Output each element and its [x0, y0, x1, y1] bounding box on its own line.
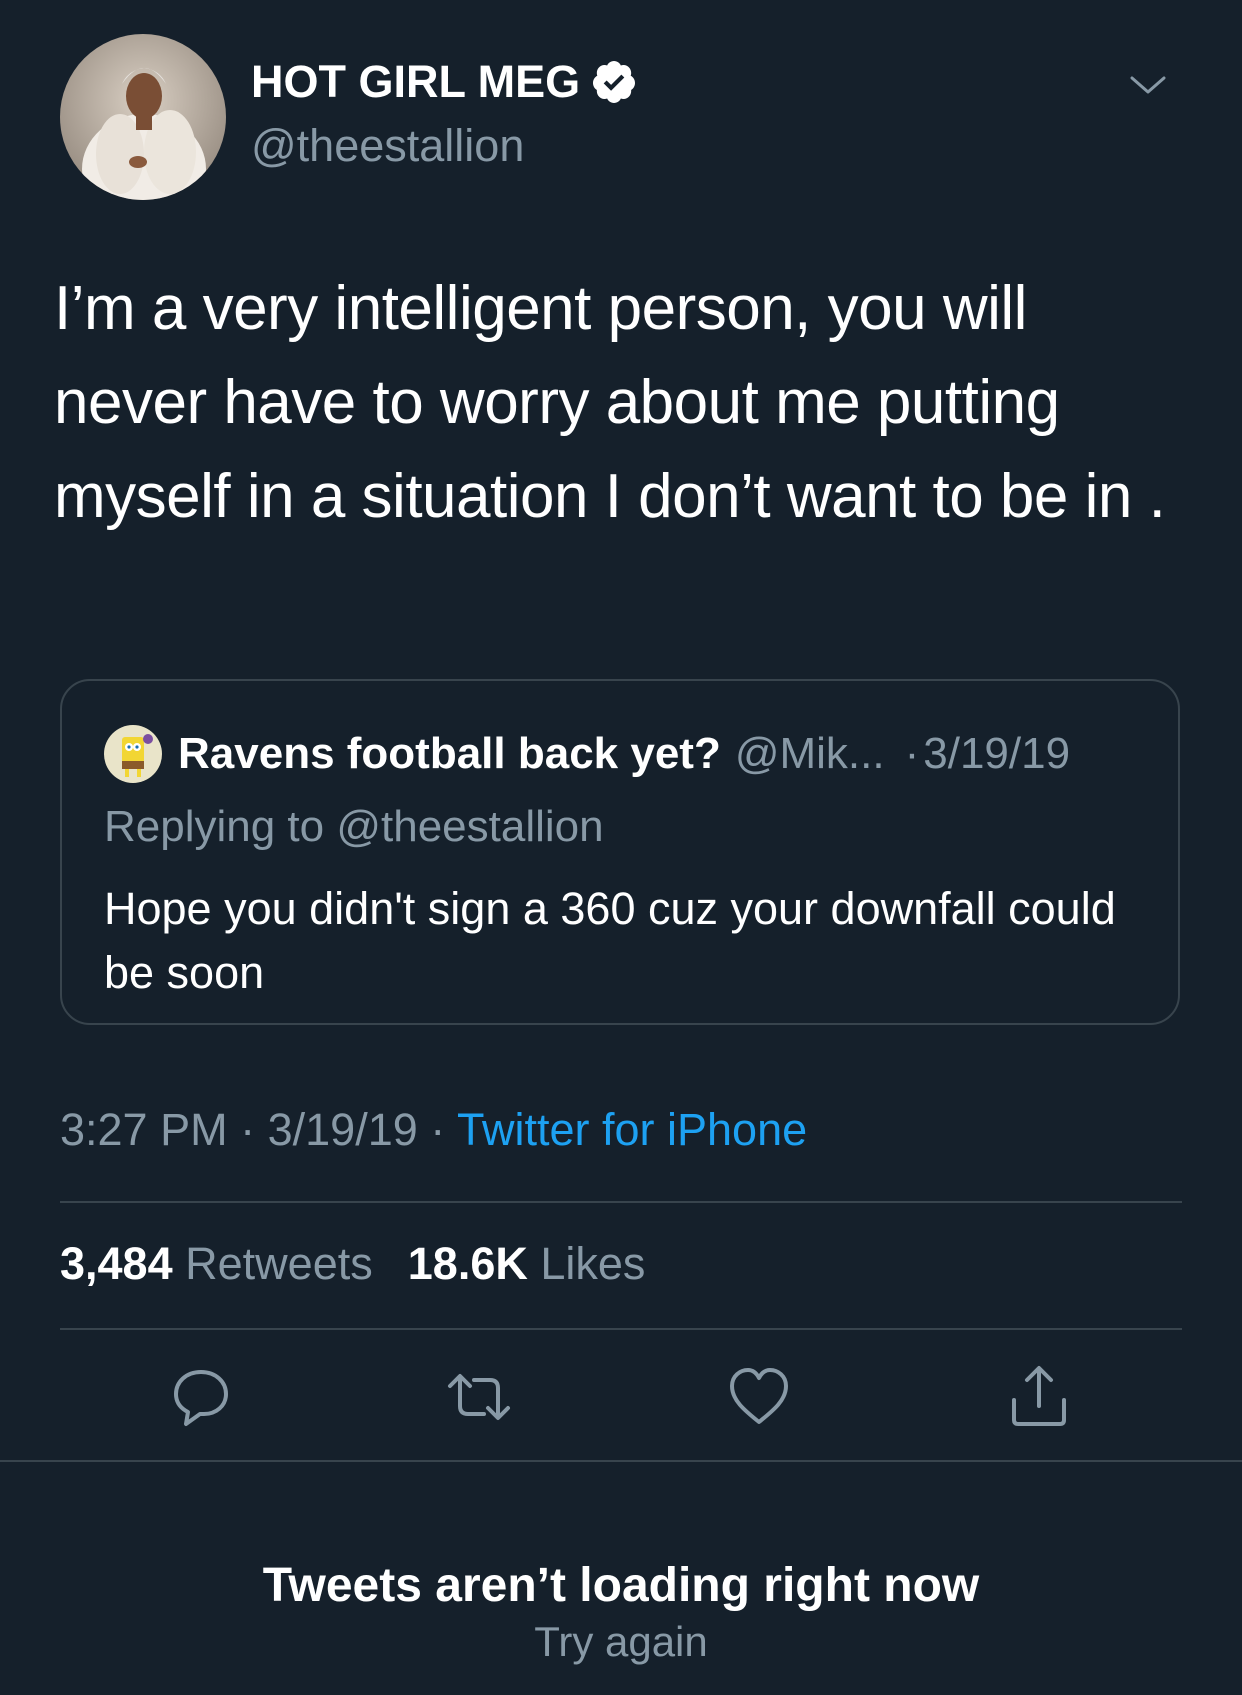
chevron-down-icon[interactable] [1128, 70, 1168, 100]
like-icon[interactable] [724, 1362, 794, 1432]
verified-badge-icon [593, 61, 636, 103]
quoted-author-name: Ravens football back yet? [178, 729, 721, 778]
quoted-replying-to: Replying to @theestallion [104, 802, 604, 851]
tweet-header: HOT GIRL MEG @theestallion [60, 34, 1182, 200]
likes-count[interactable]: 18.6K [408, 1238, 528, 1289]
author-handle[interactable]: @theestallion [251, 120, 524, 172]
tweet-text: I’m a very intelligent person, you will … [54, 274, 1166, 531]
quoted-author-avatar [104, 725, 162, 783]
tweet-time: 3:27 PM [60, 1104, 228, 1155]
share-icon[interactable] [1004, 1362, 1074, 1432]
author-display-name[interactable]: HOT GIRL MEG [251, 56, 638, 108]
quoted-tweet-header: Ravens football back yet? @Mik... · 3/19… [104, 725, 1070, 783]
retweets-label[interactable]: Retweets [185, 1238, 373, 1289]
tweets-error-title: Tweets aren’t loading right now [262, 1559, 980, 1612]
tweet-source-link[interactable]: Twitter for iPhone [457, 1104, 807, 1155]
retweets-count[interactable]: 3,484 [60, 1238, 173, 1289]
meta-separator: · [240, 1104, 256, 1155]
likes-label[interactable]: Likes [540, 1238, 645, 1289]
author-name-text: HOT GIRL MEG [251, 56, 581, 107]
tweet-actions-bar [0, 1362, 1242, 1442]
quoted-tweet-card[interactable]: Ravens football back yet? @Mik... · 3/19… [60, 679, 1180, 1025]
retweet-icon[interactable] [444, 1362, 514, 1432]
tweet-stats: 3,484 Retweets 18.6K Likes [60, 1238, 645, 1290]
try-again-button[interactable]: Try again [0, 1618, 1242, 1666]
quoted-tweet-text: Hope you didn't sign a 360 cuz your down… [104, 883, 1116, 998]
tweet-date: 3/19/19 [267, 1104, 418, 1155]
quoted-date: 3/19/19 [923, 729, 1071, 778]
quoted-author-handle: @Mik... [734, 729, 885, 778]
author-avatar[interactable] [60, 34, 226, 200]
tweet-meta: 3:27 PM · 3/19/19 · Twitter for iPhone [60, 1104, 807, 1156]
divider [0, 1460, 1242, 1462]
divider [60, 1201, 1182, 1203]
divider [60, 1328, 1182, 1330]
reply-icon[interactable] [166, 1362, 236, 1432]
quoted-separator: · [904, 729, 920, 778]
meta-separator: · [430, 1104, 446, 1155]
